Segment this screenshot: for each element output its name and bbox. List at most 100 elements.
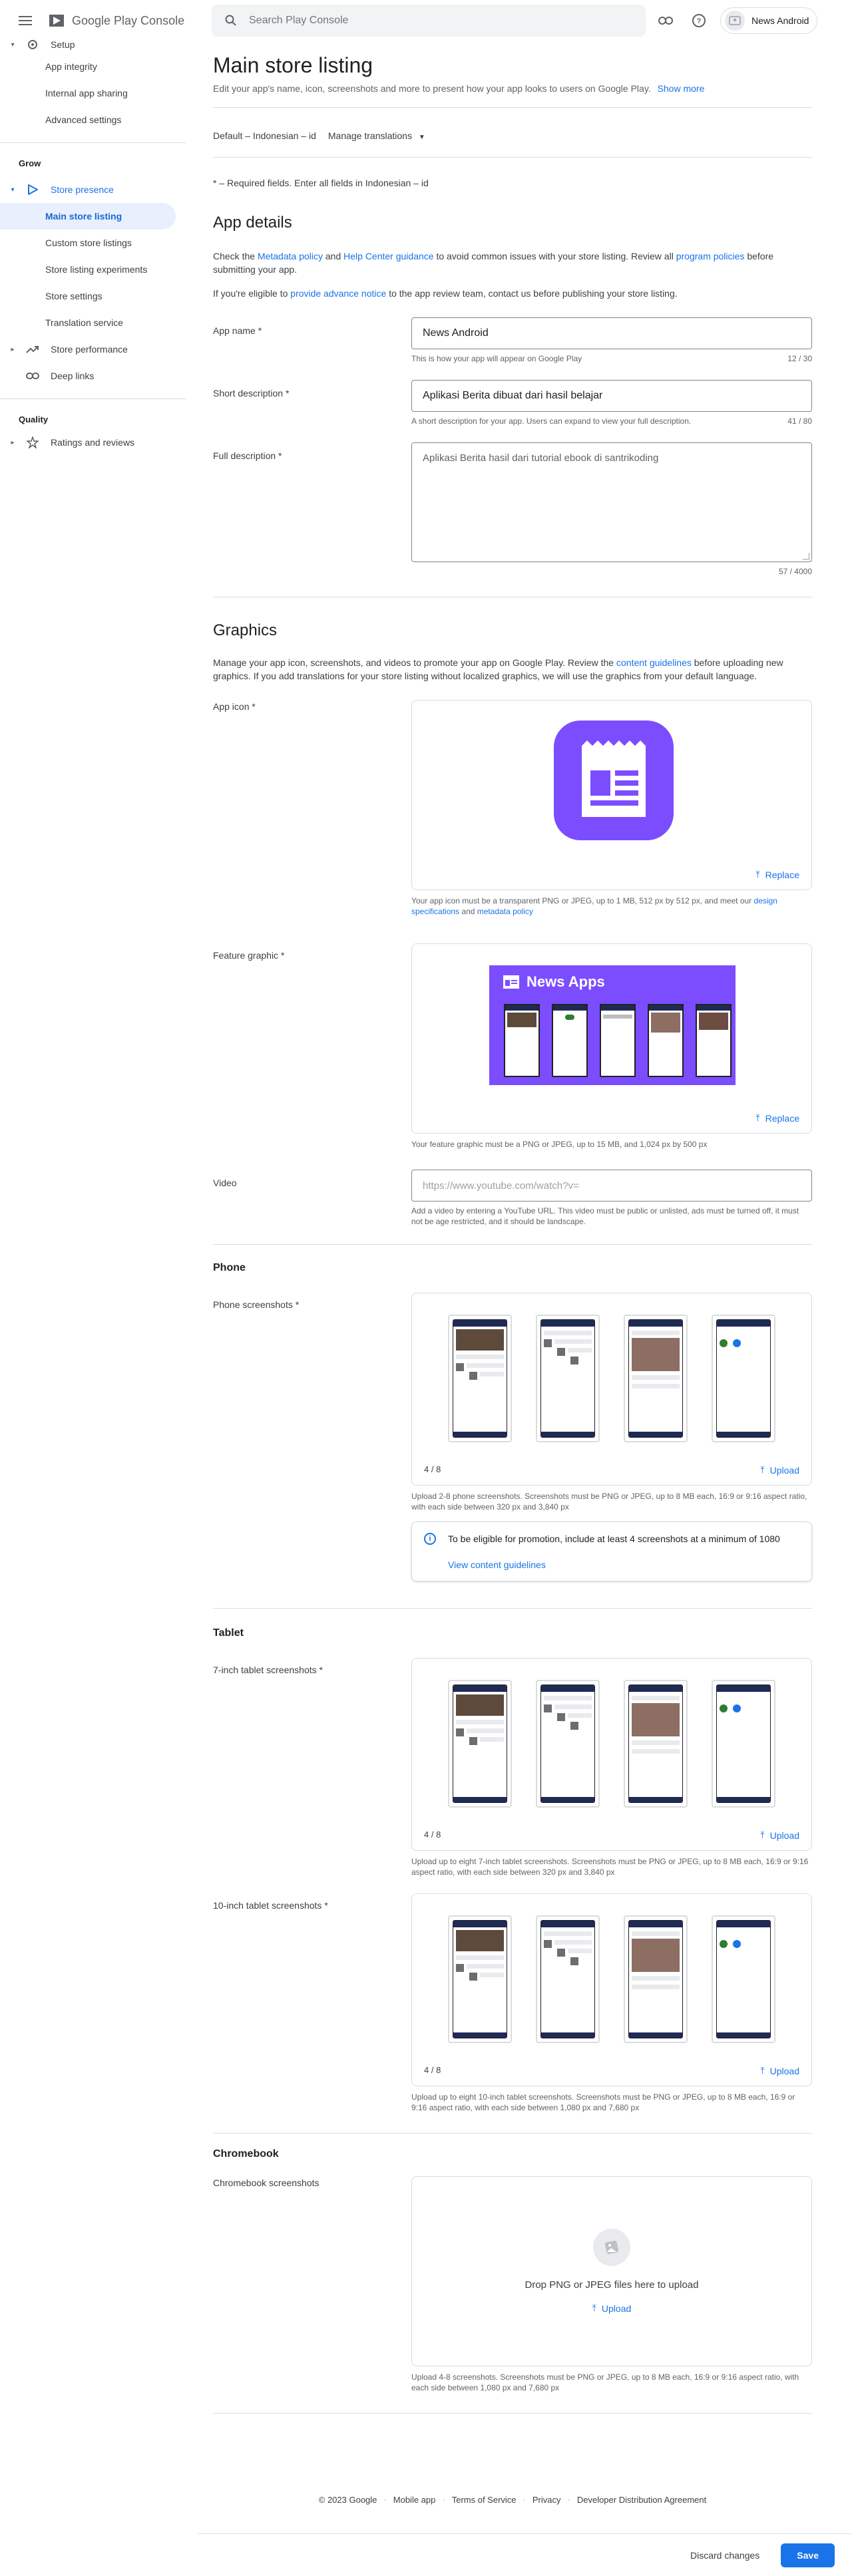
screenshot-thumbnail[interactable] — [448, 1915, 512, 2043]
screenshot-thumbnail[interactable] — [624, 1915, 688, 2043]
intro-text: and — [325, 251, 341, 261]
phone-upload-button[interactable]: ⤒ Upload — [760, 1464, 799, 1476]
chromebook-row: Chromebook screenshots Drop PNG or JPEG … — [213, 2176, 812, 2393]
nav-item-store-settings[interactable]: Store settings — [0, 283, 186, 309]
metadata-policy-link[interactable]: Metadata policy — [258, 251, 323, 261]
tablet-heading: Tablet — [213, 1627, 244, 1639]
chevron-right-icon: ▸ — [11, 345, 15, 353]
show-more-link[interactable]: Show more — [658, 83, 705, 94]
subtitle-text: Edit your app's name, icon, screenshots … — [213, 83, 651, 94]
help-center-link[interactable]: Help Center guidance — [343, 251, 433, 261]
upload-icon: ⤒ — [760, 2065, 765, 2076]
brand-name: Google Play Console — [72, 13, 185, 27]
feature-graphic-replace-button[interactable]: ⤒ Replace — [755, 1112, 799, 1124]
account-switcher[interactable]: News Android — [720, 7, 818, 34]
nav-item-internal-app-sharing[interactable]: Internal app sharing — [0, 80, 186, 106]
trending-up-icon — [25, 342, 40, 357]
chevron-right-icon: ▸ — [11, 438, 15, 446]
metadata-policy-link[interactable]: metadata policy — [477, 907, 533, 916]
hint-text: Your app icon must be a transparent PNG … — [411, 896, 752, 905]
intro-text: to the app review team, contact us befor… — [389, 288, 678, 299]
feature-graphic-phones — [504, 1004, 732, 1077]
nav-group-ratings[interactable]: ▸ Ratings and reviews — [0, 432, 186, 452]
upload-icon: ⤒ — [760, 1830, 765, 1840]
screenshot-thumbnail[interactable] — [536, 1915, 600, 2043]
replace-label: Replace — [765, 869, 799, 880]
nav-group-store-performance[interactable]: ▸ Store performance — [0, 336, 186, 363]
app-name-row: App name * News Android This is how your… — [213, 317, 812, 364]
search-input[interactable] — [249, 15, 622, 27]
help-icon[interactable]: ? — [686, 7, 712, 34]
footer: © 2023 Google · Mobile app · Terms of Se… — [213, 2495, 812, 2505]
seven-inch-screenshots-list — [412, 1659, 811, 1808]
link-icon — [25, 369, 40, 383]
save-button[interactable]: Save — [781, 2543, 835, 2567]
nav-item-app-integrity[interactable]: App integrity — [0, 53, 186, 80]
chromebook-heading: Chromebook — [213, 2148, 279, 2160]
nav-item-advanced-settings[interactable]: Advanced settings — [0, 106, 186, 133]
screenshot-thumbnail[interactable] — [448, 1315, 512, 1442]
program-policies-link[interactable]: program policies — [676, 251, 745, 261]
feature-graphic-title: News Apps — [527, 973, 605, 990]
manage-translations-label: Manage translations — [327, 130, 412, 141]
resize-handle[interactable] — [803, 553, 809, 560]
phone-screenshots-list — [412, 1293, 811, 1442]
app-icon-hint: Your app icon must be a transparent PNG … — [411, 895, 812, 917]
discard-changes-button[interactable]: Discard changes — [681, 2543, 769, 2567]
label-text: 7-inch tablet screenshots — [213, 1665, 317, 1675]
screenshot-thumbnail[interactable] — [712, 1315, 775, 1442]
nav-item-store-listing-experiments[interactable]: Store listing experiments — [0, 256, 186, 283]
manage-translations-button[interactable]: Manage translations ▼ — [328, 130, 425, 141]
nav-item-translation-service[interactable]: Translation service — [0, 309, 186, 336]
screenshot-thumbnail[interactable] — [624, 1680, 688, 1808]
nav-item-main-store-listing[interactable]: Main store listing — [0, 203, 176, 230]
nav-item-custom-store-listings[interactable]: Custom store listings — [0, 230, 186, 256]
full-description-field[interactable]: Aplikasi Berita hasil dari tutorial eboo… — [411, 442, 812, 562]
video-url-field[interactable]: https://www.youtube.com/watch?v= — [411, 1170, 812, 1202]
app-icon-image — [554, 721, 674, 840]
graphics-heading: Graphics — [213, 621, 278, 639]
screenshot-thumbnail[interactable] — [712, 1915, 775, 2043]
footer-link-dda[interactable]: Developer Distribution Agreement — [577, 2495, 706, 2505]
upload-icon: ⤒ — [755, 1112, 760, 1123]
label-text: Feature graphic — [213, 950, 279, 961]
ten-inch-hint: Upload up to eight 10-inch tablet screen… — [411, 2092, 795, 2112]
short-description-field[interactable]: Aplikasi Berita dibuat dari hasil belaja… — [411, 380, 812, 412]
footer-link-terms[interactable]: Terms of Service — [452, 2495, 517, 2505]
advance-notice-text: If you're eligible to provide advance no… — [213, 287, 812, 300]
required-star: * — [278, 450, 282, 461]
footer-link-mobile-app[interactable]: Mobile app — [393, 2495, 436, 2505]
nav-group-store-presence[interactable]: ▾ Store presence — [0, 176, 186, 203]
seven-inch-label: 7-inch tablet screenshots * — [213, 1658, 411, 1877]
screenshot-thumbnail[interactable] — [624, 1315, 688, 1442]
screenshot-thumbnail[interactable] — [448, 1680, 512, 1808]
nav-item-deep-links[interactable]: Deep links — [0, 363, 186, 389]
phone-screenshots-row: Phone screenshots * 4 / 8 ⤒ Upload Upload… — [213, 1293, 812, 1581]
ten-inch-upload-button[interactable]: ⤒ Upload — [760, 2065, 799, 2076]
nav-group-setup[interactable]: ▾ Setup — [0, 36, 186, 53]
image-placeholder-icon — [593, 2229, 630, 2266]
full-description-row: Full description * Aplikasi Berita hasil… — [213, 442, 812, 577]
link-icon[interactable] — [652, 7, 679, 34]
chromebook-upload-button[interactable]: ⤒ Upload — [592, 2303, 632, 2314]
chromebook-hint: Upload 4-8 screenshots. Screenshots must… — [411, 2372, 799, 2392]
view-content-guidelines-link[interactable]: View content guidelines — [448, 1559, 799, 1570]
star-icon — [25, 435, 40, 450]
required-star: * — [252, 701, 256, 712]
app-icon-replace-button[interactable]: ⤒ Replace — [755, 869, 799, 880]
seven-inch-upload-button[interactable]: ⤒ Upload — [760, 1830, 799, 1841]
app-name-field[interactable]: News Android — [411, 317, 812, 349]
screenshot-thumbnail[interactable] — [712, 1680, 775, 1808]
screenshot-thumbnail[interactable] — [536, 1680, 600, 1808]
menu-icon[interactable] — [19, 16, 32, 25]
label-text: Phone screenshots — [213, 1299, 293, 1310]
phone-screenshots-count: 4 / 8 — [424, 1464, 441, 1474]
nav-divider — [0, 142, 186, 143]
chromebook-dropzone[interactable]: Drop PNG or JPEG files here to upload ⤒ U… — [411, 2176, 812, 2366]
upload-icon: ⤒ — [755, 869, 760, 880]
footer-link-privacy[interactable]: Privacy — [532, 2495, 561, 2505]
advance-notice-link[interactable]: provide advance notice — [290, 288, 386, 299]
search-box[interactable] — [212, 5, 646, 37]
content-guidelines-link[interactable]: content guidelines — [616, 657, 692, 668]
screenshot-thumbnail[interactable] — [536, 1315, 600, 1442]
